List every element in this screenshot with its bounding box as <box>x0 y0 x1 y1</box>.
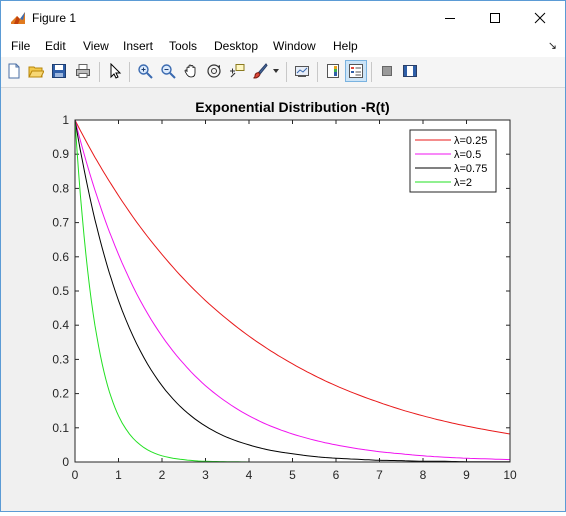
toolbar-separator <box>371 62 372 82</box>
y-tick-label: 1 <box>62 113 69 127</box>
legend-label: λ=0.5 <box>454 149 481 161</box>
y-tick-label: 0.1 <box>52 421 69 435</box>
maximize-button[interactable] <box>472 1 518 35</box>
pan-button[interactable] <box>181 61 201 81</box>
brush-icon <box>253 63 268 79</box>
brush-button[interactable] <box>250 61 270 81</box>
x-tick-label: 5 <box>289 468 296 482</box>
hide-plot-tools-icon <box>382 66 392 76</box>
figure-canvas: Exponential Distribution -R(t) 0 1 2 3 4 5 6 7 8 9… <box>1 88 565 511</box>
edit-plot-icon <box>110 63 122 79</box>
menu-insert[interactable]: Insert <box>123 39 153 53</box>
y-tick-label: 0.8 <box>52 181 69 195</box>
title-bar[interactable]: Figure 1 <box>1 1 565 35</box>
close-icon <box>534 12 546 24</box>
link-plot-icon <box>295 66 309 77</box>
maximize-icon <box>490 13 500 23</box>
insert-colorbar-button[interactable] <box>323 61 343 81</box>
window-title: Figure 1 <box>32 11 77 25</box>
menu-tools[interactable]: Tools <box>169 39 197 53</box>
hide-plot-tools-button[interactable] <box>377 61 397 81</box>
minimize-button[interactable] <box>427 1 473 35</box>
y-tick-label: 0.4 <box>52 318 69 332</box>
toolbar-separator <box>286 62 287 82</box>
y-tick-label: 0.3 <box>52 352 69 366</box>
legend-label: λ=0.75 <box>454 163 487 175</box>
save-button[interactable] <box>49 61 69 81</box>
toolbar-separator <box>129 62 130 82</box>
show-plot-tools-button[interactable] <box>400 61 420 81</box>
open-file-icon <box>28 66 44 78</box>
data-cursor-button[interactable] <box>227 61 247 81</box>
brush-dropdown-button[interactable] <box>270 61 282 81</box>
zoom-in-button[interactable] <box>135 61 155 81</box>
new-figure-button[interactable] <box>4 61 24 81</box>
menu-view[interactable]: View <box>83 39 109 53</box>
toolbar-separator <box>99 62 100 82</box>
x-tick-label: 0 <box>72 468 79 482</box>
rotate-3d-icon <box>207 64 221 78</box>
new-figure-icon <box>8 63 20 79</box>
show-plot-tools-icon <box>403 65 417 77</box>
menu-bar: File Edit View Insert Tools Desktop Wind… <box>1 35 565 57</box>
link-plot-button[interactable] <box>292 61 312 81</box>
x-tick-label: 10 <box>503 468 517 482</box>
close-button[interactable] <box>517 1 563 35</box>
y-tick-label: 0.7 <box>52 216 69 230</box>
x-tick-label: 9 <box>463 468 470 482</box>
pan-icon <box>184 64 196 78</box>
insert-colorbar-icon <box>327 64 339 78</box>
print-icon <box>76 64 90 78</box>
x-tick-label: 8 <box>420 468 427 482</box>
x-tick-label: 3 <box>202 468 209 482</box>
edit-plot-button[interactable] <box>105 61 125 81</box>
minimize-icon <box>445 18 455 19</box>
rotate-3d-button[interactable] <box>204 61 224 81</box>
undock-arrow-icon[interactable]: ↘ <box>548 39 557 52</box>
matlab-figure-icon <box>10 10 26 26</box>
insert-legend-icon <box>349 64 363 78</box>
x-tick-label: 1 <box>115 468 122 482</box>
x-tick-label: 4 <box>246 468 253 482</box>
x-tick-label: 6 <box>333 468 340 482</box>
zoom-out-icon <box>161 64 176 79</box>
menu-desktop[interactable]: Desktop <box>214 39 258 53</box>
x-tick-label: 2 <box>159 468 166 482</box>
y-tick-label: 0.9 <box>52 147 69 161</box>
legend-label: λ=2 <box>454 177 472 189</box>
insert-legend-button[interactable] <box>345 60 367 82</box>
line-chart[interactable]: Exponential Distribution -R(t) 0 1 2 3 4 5 6 7 8 9… <box>1 88 565 511</box>
zoom-out-button[interactable] <box>158 61 178 81</box>
x-tick-label: 7 <box>376 468 383 482</box>
y-tick-label: 0.5 <box>52 284 69 298</box>
y-tick-label: 0.6 <box>52 250 69 264</box>
figure-window: Figure 1 File Edit View Insert Tools Des… <box>0 0 566 512</box>
data-cursor-icon <box>230 64 245 78</box>
figure-toolbar <box>1 57 565 88</box>
y-tick-label: 0 <box>62 455 69 469</box>
open-file-button[interactable] <box>26 61 46 81</box>
menu-window[interactable]: Window <box>273 39 316 53</box>
save-icon <box>52 64 66 78</box>
menu-edit[interactable]: Edit <box>45 39 66 53</box>
menu-help[interactable]: Help <box>333 39 358 53</box>
y-tick-label: 0.2 <box>52 387 69 401</box>
zoom-in-icon <box>138 64 153 79</box>
print-button[interactable] <box>73 61 93 81</box>
chart-title: Exponential Distribution -R(t) <box>195 99 389 115</box>
toolbar-separator <box>317 62 318 82</box>
brush-dropdown-icon <box>273 69 279 73</box>
menu-file[interactable]: File <box>11 39 30 53</box>
legend-label: λ=0.25 <box>454 135 487 147</box>
